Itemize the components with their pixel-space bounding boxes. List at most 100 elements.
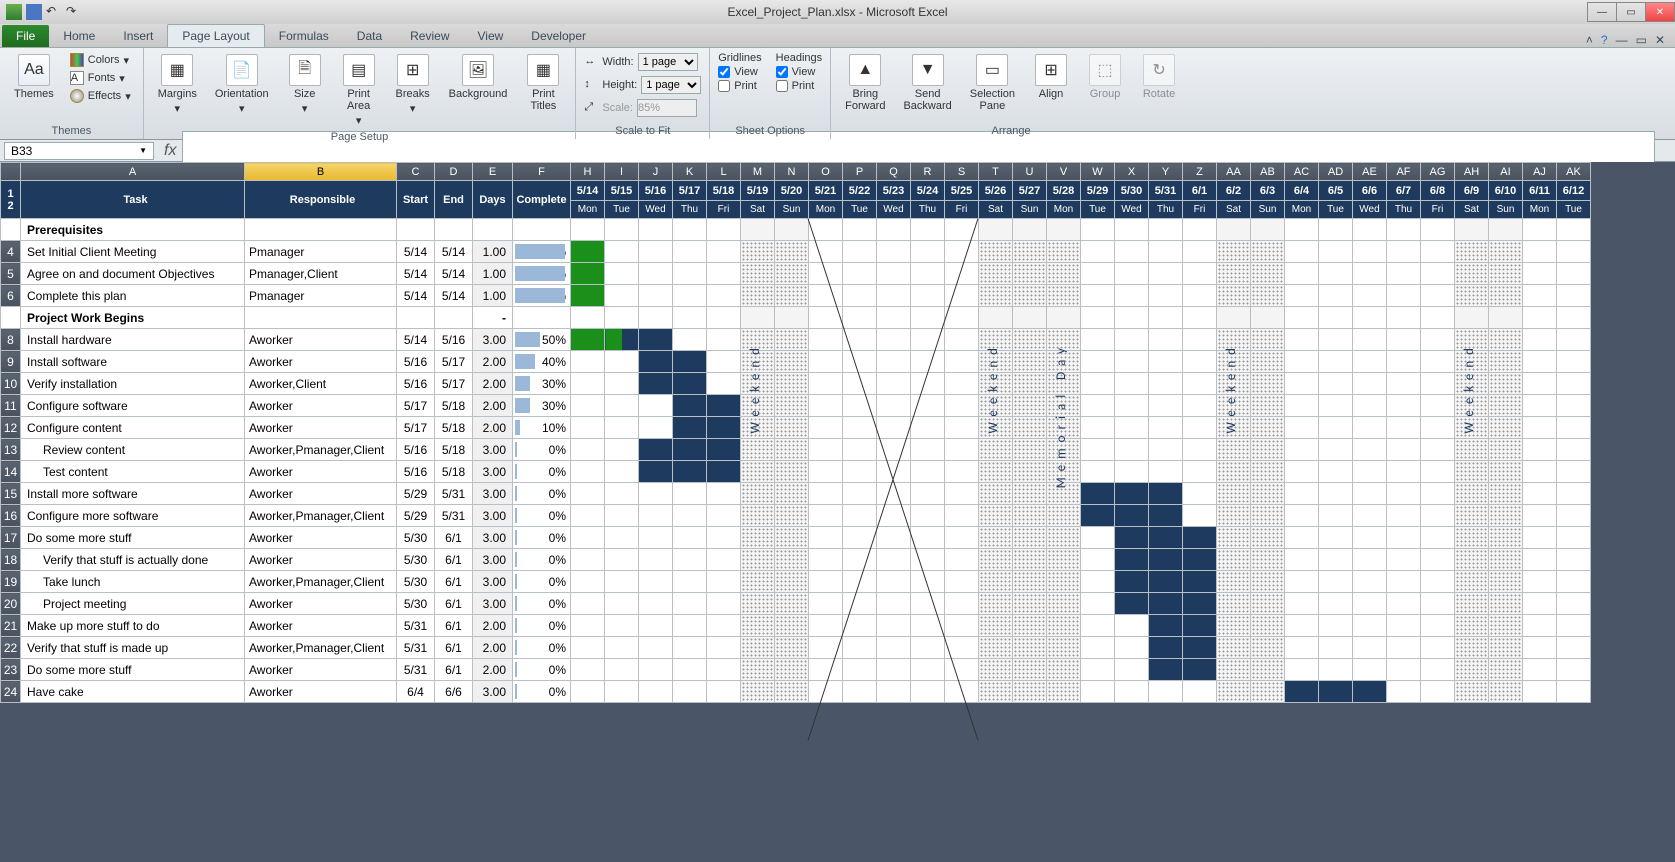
table-row[interactable]: 6Complete this planPmanager5/145/141.001… [1, 285, 1591, 307]
fx-icon[interactable]: fx [158, 142, 182, 160]
undo-icon[interactable]: ↶ [46, 4, 62, 20]
column-header[interactable]: F [513, 163, 571, 181]
column-header[interactable]: D [435, 163, 473, 181]
table-row[interactable]: 9Install softwareAworker5/165/172.0040% [1, 351, 1591, 373]
worksheet[interactable]: ABCDEFHIJKLMNOPQRSTUVWXYZAAABACADAEAFAGA… [0, 162, 1675, 703]
table-row[interactable]: 8Install hardwareAworker5/145/163.0050% [1, 329, 1591, 351]
column-header[interactable]: AH [1455, 163, 1489, 181]
colors-button[interactable]: Colors ▾ [66, 52, 135, 68]
table-row[interactable]: 13Review contentAworker,Pmanager,Client5… [1, 439, 1591, 461]
column-header[interactable]: A [21, 163, 245, 181]
tab-data[interactable]: Data [343, 25, 396, 47]
table-row[interactable]: 7Project Work Begins- [1, 307, 1591, 329]
minimize-button[interactable]: — [1587, 2, 1617, 22]
column-header[interactable]: S [945, 163, 979, 181]
table-row[interactable]: 10Verify installationAworker,Client5/165… [1, 373, 1591, 395]
column-header[interactable]: AK [1557, 163, 1591, 181]
column-header[interactable]: Q [877, 163, 911, 181]
tab-formulas[interactable]: Formulas [265, 25, 343, 47]
column-header[interactable]: Z [1183, 163, 1217, 181]
effects-button[interactable]: Effects ▾ [66, 88, 135, 104]
column-header[interactable]: K [673, 163, 707, 181]
column-header[interactable]: J [639, 163, 673, 181]
column-header[interactable]: U [1013, 163, 1047, 181]
table-row[interactable]: 20Project meetingAworker5/306/13.000% [1, 593, 1591, 615]
column-header[interactable]: AG [1421, 163, 1455, 181]
selection-pane-button[interactable]: ▭Selection Pane [964, 52, 1021, 114]
table-row[interactable]: 21Make up more stuff to doAworker5/316/1… [1, 615, 1591, 637]
column-header[interactable]: T [979, 163, 1013, 181]
print-area-button[interactable]: ▤Print Area▾ [335, 52, 383, 129]
help-icon[interactable]: ? [1601, 33, 1608, 47]
table-row[interactable]: 12Configure contentAworker5/175/182.0010… [1, 417, 1591, 439]
group-button[interactable]: ⬚Group [1081, 52, 1129, 102]
column-header[interactable]: H [571, 163, 605, 181]
redo-icon[interactable]: ↷ [66, 4, 82, 20]
column-header[interactable]: V [1047, 163, 1081, 181]
gridlines-view-check[interactable]: View [718, 66, 761, 78]
column-header[interactable]: AE [1353, 163, 1387, 181]
bring-forward-button[interactable]: ▲Bring Forward [839, 52, 891, 114]
tab-home[interactable]: Home [49, 25, 109, 47]
table-row[interactable]: 4Set Initial Client MeetingPmanager5/145… [1, 241, 1591, 263]
tab-file[interactable]: File [2, 25, 49, 47]
column-header[interactable]: AB [1251, 163, 1285, 181]
send-backward-button[interactable]: ▼Send Backward [897, 52, 957, 114]
table-row[interactable]: 3Prerequisites [1, 219, 1591, 241]
table-row[interactable]: 15Install more softwareAworker5/295/313.… [1, 483, 1591, 505]
table-row[interactable]: 24Have cakeAworker6/46/63.000% [1, 681, 1591, 703]
themes-button[interactable]: Aa Themes [8, 52, 60, 102]
tab-view[interactable]: View [464, 25, 518, 47]
rotate-button[interactable]: ↻Rotate [1135, 52, 1183, 102]
table-row[interactable]: 22Verify that stuff is made upAworker,Pm… [1, 637, 1591, 659]
column-header[interactable]: AF [1387, 163, 1421, 181]
column-header[interactable]: R [911, 163, 945, 181]
headings-print-check[interactable]: Print [776, 80, 822, 92]
name-box[interactable]: B33▼ [4, 142, 154, 160]
table-row[interactable]: 16Configure more softwareAworker,Pmanage… [1, 505, 1591, 527]
column-header[interactable]: I [605, 163, 639, 181]
table-row[interactable]: 5Agree on and document ObjectivesPmanage… [1, 263, 1591, 285]
tab-developer[interactable]: Developer [517, 25, 600, 47]
maximize-button[interactable]: ▭ [1616, 2, 1646, 22]
orientation-button[interactable]: 📄Orientation▾ [209, 52, 275, 117]
column-header[interactable]: B [245, 163, 397, 181]
print-titles-button[interactable]: ▦Print Titles [519, 52, 567, 114]
column-header[interactable]: M [741, 163, 775, 181]
window-restore-icon[interactable]: ▭ [1636, 33, 1647, 47]
column-header[interactable]: AI [1489, 163, 1523, 181]
size-button[interactable]: 🗎Size▾ [281, 52, 329, 117]
column-header[interactable]: Y [1149, 163, 1183, 181]
tab-page-layout[interactable]: Page Layout [167, 24, 264, 47]
table-row[interactable]: 18Verify that stuff is actually doneAwor… [1, 549, 1591, 571]
table-row[interactable]: 23Do some more stuffAworker5/316/12.000% [1, 659, 1591, 681]
column-header[interactable]: AD [1319, 163, 1353, 181]
column-header[interactable]: O [809, 163, 843, 181]
save-icon[interactable] [26, 4, 42, 20]
column-header[interactable]: AJ [1523, 163, 1557, 181]
column-header[interactable]: P [843, 163, 877, 181]
height-select[interactable]: 1 page [641, 76, 701, 94]
tab-insert[interactable]: Insert [109, 25, 167, 47]
column-header[interactable]: W [1081, 163, 1115, 181]
close-button[interactable]: ✕ [1645, 2, 1675, 22]
minimize-ribbon-icon[interactable]: ˄ [1586, 33, 1593, 47]
fonts-button[interactable]: AFonts ▾ [66, 70, 135, 86]
align-button[interactable]: ⊞Align [1027, 52, 1075, 102]
tab-review[interactable]: Review [396, 25, 463, 47]
breaks-button[interactable]: ⊞Breaks▾ [389, 52, 437, 117]
column-header[interactable]: AA [1217, 163, 1251, 181]
column-header[interactable]: C [397, 163, 435, 181]
table-row[interactable]: 19Take lunchAworker,Pmanager,Client5/306… [1, 571, 1591, 593]
table-row[interactable]: 11Configure softwareAworker5/175/182.003… [1, 395, 1591, 417]
column-header[interactable]: E [473, 163, 513, 181]
gridlines-print-check[interactable]: Print [718, 80, 761, 92]
column-header[interactable]: N [775, 163, 809, 181]
headings-view-check[interactable]: View [776, 66, 822, 78]
column-header[interactable]: X [1115, 163, 1149, 181]
table-row[interactable]: 14Test contentAworker5/165/183.000% [1, 461, 1591, 483]
window-min-icon[interactable]: — [1616, 33, 1628, 47]
margins-button[interactable]: ▦Margins▾ [152, 52, 203, 117]
width-select[interactable]: 1 page [638, 53, 698, 71]
column-header[interactable]: AC [1285, 163, 1319, 181]
